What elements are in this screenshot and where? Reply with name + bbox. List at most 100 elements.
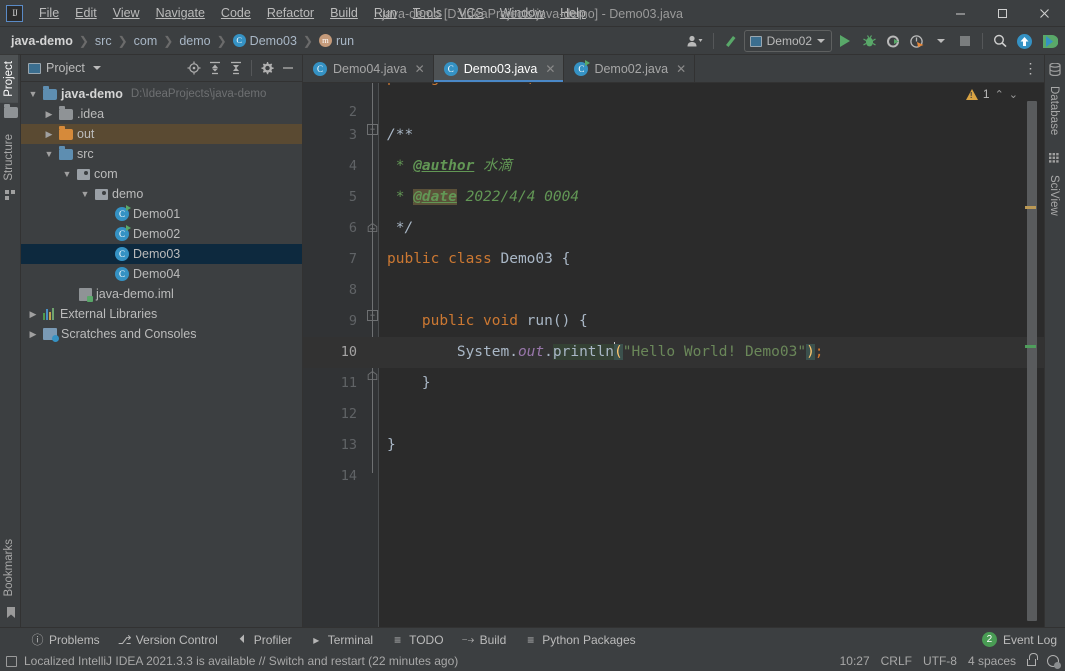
sidebar-tab-database[interactable]: Database: [1045, 80, 1063, 141]
stop-button[interactable]: [954, 30, 976, 52]
run-configuration-selector[interactable]: Demo02: [744, 30, 832, 52]
menu-edit[interactable]: Edit: [67, 3, 105, 23]
menu-window[interactable]: Window: [492, 3, 552, 23]
maximize-button[interactable]: [981, 0, 1023, 27]
sidebar-tab-sciview[interactable]: SciView: [1045, 169, 1063, 222]
build-button[interactable]: [720, 30, 742, 52]
collapse-all-button[interactable]: [226, 58, 246, 78]
editor-tab-demo03[interactable]: C Demo03.java ✕: [434, 55, 565, 82]
tree-node-demo01[interactable]: C Demo01: [21, 204, 302, 224]
search-everywhere-button[interactable]: [989, 30, 1011, 52]
menu-file[interactable]: File: [31, 3, 67, 23]
tree-node-demo03[interactable]: C Demo03: [21, 244, 302, 264]
run-button[interactable]: [834, 30, 856, 52]
menu-view[interactable]: View: [105, 3, 148, 23]
tool-button-terminal[interactable]: ▸ Terminal: [301, 631, 382, 649]
chevron-right-icon[interactable]: ▶: [43, 129, 55, 140]
hide-panel-button[interactable]: [278, 58, 298, 78]
close-icon[interactable]: ✕: [415, 62, 425, 76]
tree-node-src[interactable]: ▼ src: [21, 144, 302, 164]
editor-tab-demo02[interactable]: C Demo02.java ✕: [564, 55, 695, 82]
chevron-right-icon[interactable]: ▶: [27, 309, 39, 320]
menu-help[interactable]: Help: [552, 3, 594, 23]
breadcrumb-item-project[interactable]: java-demo: [6, 32, 78, 50]
profile-dropdown[interactable]: [930, 30, 952, 52]
status-message-area[interactable]: Localized IntelliJ IDEA 2021.3.3 is avai…: [6, 654, 458, 668]
tree-node-com[interactable]: ▼ com: [21, 164, 302, 184]
breadcrumb-item-com[interactable]: com: [129, 32, 163, 50]
tool-button-version-control[interactable]: ⎇ Version Control: [109, 631, 227, 649]
unlocked-icon[interactable]: [1027, 659, 1036, 666]
breadcrumb-item-method[interactable]: m run: [314, 32, 359, 50]
event-log-button[interactable]: 2 Event Log: [982, 632, 1057, 647]
indent-setting[interactable]: 4 spaces: [968, 654, 1016, 668]
menu-refactor[interactable]: Refactor: [259, 3, 322, 23]
sidebar-tab-project[interactable]: Project: [0, 55, 18, 103]
close-button[interactable]: [1023, 0, 1065, 27]
previous-highlight-button[interactable]: ⌃: [995, 88, 1004, 101]
menu-vcs[interactable]: VCS: [450, 3, 492, 23]
warning-marker[interactable]: [1025, 206, 1036, 209]
breadcrumb-item-class[interactable]: C Demo03: [228, 32, 302, 50]
editor-tab-demo04[interactable]: C Demo04.java ✕: [303, 55, 434, 82]
tree-node-demo[interactable]: ▼ demo: [21, 184, 302, 204]
code-editor[interactable]: − − 1 package com.demo; 2: [303, 83, 1044, 627]
breadcrumb-item-src[interactable]: src: [90, 32, 117, 50]
inspection-widget[interactable]: 1 ⌃ ⌄: [966, 87, 1018, 101]
tree-node-external-libraries[interactable]: ▶ External Libraries: [21, 304, 302, 324]
project-settings-button[interactable]: [257, 58, 277, 78]
tool-button-build[interactable]: ⤍ Build: [453, 630, 516, 649]
tool-button-todo[interactable]: ≡ TODO: [382, 631, 452, 649]
menu-navigate[interactable]: Navigate: [148, 3, 213, 23]
tool-button-python-packages[interactable]: ≡ Python Packages: [515, 631, 644, 649]
ok-marker[interactable]: [1025, 345, 1036, 348]
sidebar-tab-structure[interactable]: Structure: [0, 128, 18, 187]
menu-build[interactable]: Build: [322, 3, 366, 23]
update-project-button[interactable]: [1013, 30, 1036, 52]
tree-node-java-demo[interactable]: ▼ java-demo D:\IdeaProjects\java-demo: [21, 84, 302, 104]
editor-scrollbar[interactable]: [1025, 83, 1037, 627]
chevron-down-icon[interactable]: ▼: [27, 89, 39, 99]
ide-window: IJ File Edit View Navigate Code Refactor…: [0, 0, 1065, 671]
tool-button-problems[interactable]: ⓘ Problems: [22, 629, 109, 650]
javadoc-author-value: 水滴: [474, 158, 512, 174]
sidebar-tab-bookmarks[interactable]: Bookmarks: [0, 533, 18, 603]
close-icon[interactable]: ✕: [676, 62, 686, 76]
inspection-level-icon[interactable]: [1047, 655, 1059, 667]
chevron-right-icon[interactable]: ▶: [43, 109, 55, 120]
breadcrumb-item-demo[interactable]: demo: [174, 32, 215, 50]
minimize-button[interactable]: [939, 0, 981, 27]
next-highlight-button[interactable]: ⌄: [1009, 88, 1018, 101]
scrollbar-thumb[interactable]: [1027, 101, 1037, 621]
tree-node-demo04[interactable]: C Demo04: [21, 264, 302, 284]
user-button[interactable]: [683, 30, 707, 52]
expand-all-button[interactable]: [205, 58, 225, 78]
tree-node-iml[interactable]: java-demo.iml: [21, 284, 302, 304]
select-opened-file-button[interactable]: [184, 58, 204, 78]
chevron-down-icon[interactable]: [93, 66, 101, 70]
project-tool-window: Project: [21, 55, 303, 627]
menu-run-label: Run: [374, 6, 397, 20]
code-line-5: 5 * @date 2022/4/4 0004: [303, 182, 1044, 213]
run-with-coverage-button[interactable]: [882, 30, 904, 52]
tree-node-out[interactable]: ▶ out: [21, 124, 302, 144]
tree-node-demo02[interactable]: C Demo02: [21, 224, 302, 244]
editor-tabs-more-button[interactable]: ⋮: [1018, 55, 1044, 82]
profile-button[interactable]: [906, 30, 928, 52]
caret-position[interactable]: 10:27: [840, 654, 870, 668]
idea-feature-button[interactable]: [1038, 30, 1061, 52]
tree-node-scratches[interactable]: ▶ Scratches and Consoles: [21, 324, 302, 344]
close-icon[interactable]: ✕: [545, 62, 555, 76]
menu-run[interactable]: Run: [366, 3, 405, 23]
tree-node-idea[interactable]: ▶ .idea: [21, 104, 302, 124]
tool-button-profiler[interactable]: ⏴ Profiler: [227, 630, 301, 649]
menu-code[interactable]: Code: [213, 3, 259, 23]
menu-tools[interactable]: Tools: [405, 3, 450, 23]
debug-button[interactable]: [858, 30, 880, 52]
chevron-down-icon[interactable]: ▼: [61, 169, 73, 179]
chevron-down-icon[interactable]: ▼: [79, 189, 91, 199]
chevron-down-icon[interactable]: ▼: [43, 149, 55, 159]
chevron-right-icon[interactable]: ▶: [27, 329, 39, 340]
file-encoding[interactable]: UTF-8: [923, 654, 957, 668]
line-separator[interactable]: CRLF: [881, 654, 912, 668]
